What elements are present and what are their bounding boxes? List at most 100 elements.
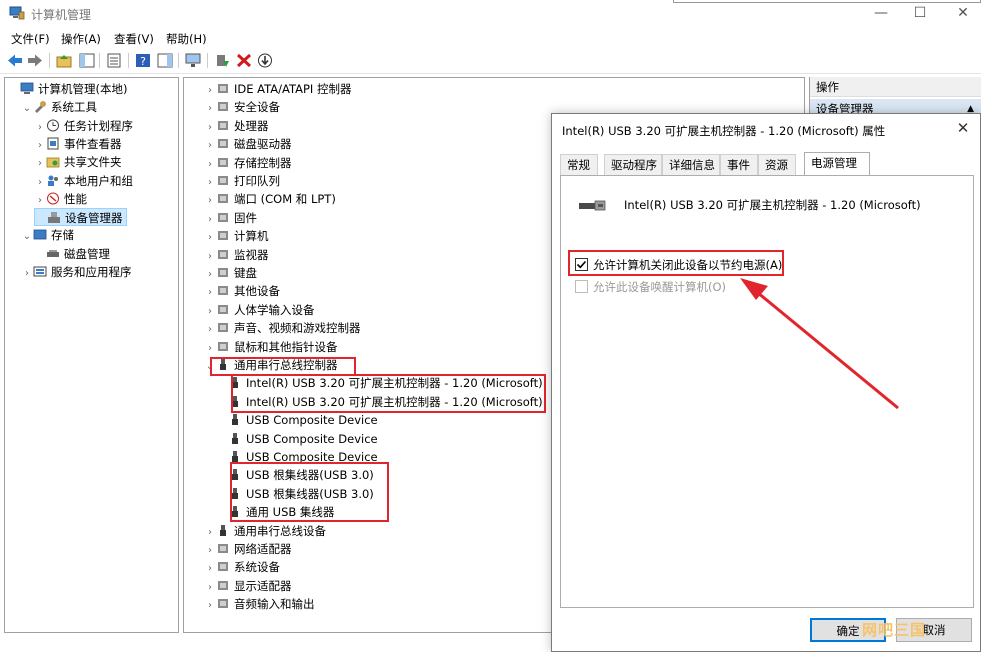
expanded-chevron-icon[interactable]: ⌄	[21, 100, 33, 118]
device-row-3[interactable]: › 磁盘驱动器	[204, 135, 292, 153]
device-row-10[interactable]: › 键盘	[204, 264, 257, 282]
device-row-28[interactable]: › 音频输入和输出	[204, 595, 315, 613]
minimize-button[interactable]: —	[866, 4, 896, 24]
collapsed-chevron-icon[interactable]: ›	[204, 284, 216, 302]
tree-item-1[interactable]: ⌄ 系统工具	[21, 98, 97, 116]
collapsed-chevron-icon[interactable]: ›	[204, 156, 216, 174]
collapsed-chevron-icon[interactable]: ›	[204, 119, 216, 137]
scan-download-icon[interactable]	[256, 52, 274, 69]
device-row-25[interactable]: › 网络适配器	[204, 540, 292, 558]
collapsed-chevron-icon[interactable]: ›	[34, 192, 46, 210]
update-driver-icon[interactable]	[213, 52, 231, 69]
collapsed-chevron-icon[interactable]: ›	[204, 192, 216, 210]
allow-wake-label: 允许此设备唤醒计算机(O)	[593, 280, 727, 294]
title-bar: 计算机管理 — ☐ ✕	[0, 0, 981, 28]
highlight-usb-hubs	[230, 462, 389, 522]
device-row-6[interactable]: › 端口 (COM 和 LPT)	[204, 190, 336, 208]
tree-item-8[interactable]: ⌄ 存储	[21, 226, 74, 244]
collapsed-chevron-icon[interactable]: ›	[204, 229, 216, 247]
collapsed-chevron-icon[interactable]: ›	[204, 321, 216, 339]
collapsed-chevron-icon[interactable]: ›	[204, 340, 216, 358]
collapsed-chevron-icon[interactable]: ›	[204, 579, 216, 597]
device-row-7[interactable]: › 固件	[204, 209, 257, 227]
tree-item-6[interactable]: › 性能	[34, 190, 87, 208]
tab-driver[interactable]: 驱动程序	[604, 154, 662, 176]
maximize-button[interactable]: ☐	[905, 4, 935, 24]
collapsed-chevron-icon[interactable]: ›	[204, 266, 216, 284]
help-icon[interactable]: ?	[134, 52, 152, 69]
device-row-label: USB Composite Device	[246, 413, 378, 428]
device-row-13[interactable]: › 声音、视频和游戏控制器	[204, 319, 361, 337]
collapsed-chevron-icon[interactable]: ›	[204, 597, 216, 615]
tab-general[interactable]: 常规	[560, 154, 598, 176]
device-row-11[interactable]: › 其他设备	[204, 282, 280, 300]
uninstall-device-icon[interactable]	[235, 52, 253, 69]
properties-sheet-icon[interactable]	[105, 52, 123, 69]
menu-file[interactable]: 文件(F)	[11, 31, 50, 47]
device-row-4[interactable]: › 存储控制器	[204, 154, 292, 172]
collapsed-chevron-icon[interactable]: ›	[204, 82, 216, 100]
menu-action[interactable]: 操作(A)	[61, 31, 101, 47]
collapsed-chevron-icon[interactable]: ›	[204, 248, 216, 266]
tree-item-label: 性能	[64, 191, 87, 206]
up-folder-icon[interactable]	[55, 52, 73, 69]
tree-item-0[interactable]: 计算机管理(本地)	[8, 80, 127, 98]
expanded-chevron-icon[interactable]: ⌄	[21, 228, 33, 246]
tree-item-10[interactable]: › 服务和应用程序	[21, 263, 132, 281]
device-row-1[interactable]: › 安全设备	[204, 98, 280, 116]
device-row-0[interactable]: › IDE ATA/ATAPI 控制器	[204, 80, 351, 98]
collapsed-chevron-icon[interactable]: ›	[204, 524, 216, 542]
action-pane-icon[interactable]	[156, 52, 174, 69]
dialog-close-button[interactable]: ✕	[952, 118, 974, 138]
collapsed-chevron-icon[interactable]: ›	[34, 137, 46, 155]
device-row-2[interactable]: › 处理器	[204, 117, 269, 135]
show-hide-tree-icon[interactable]	[78, 52, 96, 69]
tab-details[interactable]: 详细信息	[662, 154, 720, 176]
collapsed-chevron-icon[interactable]: ›	[204, 211, 216, 229]
collapsed-chevron-icon[interactable]: ›	[34, 119, 46, 137]
device-row-label: 存储控制器	[234, 155, 292, 170]
collapsed-chevron-icon[interactable]: ›	[204, 174, 216, 192]
tree-item-9[interactable]: 磁盘管理	[34, 245, 110, 263]
computer-management-window: 计算机管理 — ☐ ✕ 文件(F) 操作(A) 查看(V) 帮助(H) ? 计算…	[0, 0, 981, 652]
monitor-icon[interactable]	[184, 52, 202, 69]
tab-power-management[interactable]: 电源管理	[804, 152, 870, 176]
device-row-12[interactable]: › 人体学输入设备	[204, 301, 315, 319]
collapsed-chevron-icon[interactable]: ›	[204, 560, 216, 578]
back-arrow-icon[interactable]	[6, 52, 24, 69]
forward-arrow-icon[interactable]	[26, 52, 44, 69]
collapsed-chevron-icon[interactable]: ›	[204, 303, 216, 321]
menu-view[interactable]: 查看(V)	[114, 31, 154, 47]
tree-item-label: 设备管理器	[65, 211, 123, 226]
device-row-8[interactable]: › 计算机	[204, 227, 269, 245]
collapsed-chevron-icon[interactable]: ›	[204, 100, 216, 118]
users-icon	[46, 174, 60, 187]
usb-icon	[228, 413, 242, 426]
collapsed-chevron-icon[interactable]: ›	[34, 174, 46, 192]
device-row-5[interactable]: › 打印队列	[204, 172, 280, 190]
tree-item-7[interactable]: 设备管理器	[34, 208, 127, 227]
collapsed-chevron-icon[interactable]: ›	[21, 265, 33, 283]
tab-resources[interactable]: 资源	[758, 154, 796, 176]
collapsed-chevron-icon[interactable]: ›	[34, 155, 46, 173]
collapsed-chevron-icon[interactable]: ›	[204, 542, 216, 560]
tree-item-3[interactable]: › 事件查看器	[34, 135, 122, 153]
tree-item-4[interactable]: › 共享文件夹	[34, 153, 122, 171]
storage-icon	[33, 228, 47, 241]
collapsed-chevron-icon[interactable]: ›	[204, 137, 216, 155]
device-row-26[interactable]: › 系统设备	[204, 558, 280, 576]
device-row-label: 磁盘驱动器	[234, 137, 292, 152]
close-window-button[interactable]: ✕	[948, 4, 978, 24]
tab-events[interactable]: 事件	[720, 154, 758, 176]
device-row-label: 固件	[234, 210, 257, 225]
menu-help[interactable]: 帮助(H)	[166, 31, 207, 47]
device-row-14[interactable]: › 鼠标和其他指针设备	[204, 338, 338, 356]
device-row-27[interactable]: › 显示适配器	[204, 577, 292, 595]
device-row-18[interactable]: USB Composite Device	[222, 411, 378, 429]
device-row-19[interactable]: USB Composite Device	[222, 430, 378, 448]
tree-item-2[interactable]: › 任务计划程序	[34, 117, 133, 135]
device-row-24[interactable]: › 通用串行总线设备	[204, 522, 326, 540]
device-row-label: 计算机	[234, 229, 269, 244]
tree-item-5[interactable]: › 本地用户和组	[34, 172, 133, 190]
device-row-9[interactable]: › 监视器	[204, 246, 269, 264]
